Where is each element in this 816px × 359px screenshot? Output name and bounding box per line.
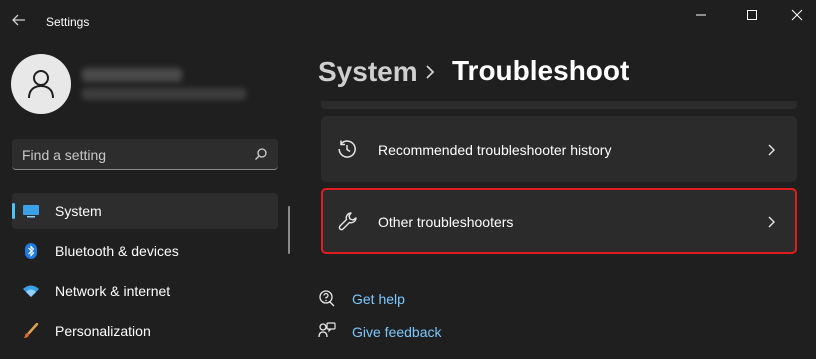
minimize-icon — [696, 14, 706, 16]
close-button[interactable] — [774, 0, 816, 30]
account-name-blurred — [82, 68, 182, 82]
selected-indicator — [12, 203, 15, 219]
search-input[interactable]: Find a setting — [12, 139, 278, 170]
paintbrush-icon — [24, 323, 39, 338]
monitor-icon — [23, 205, 39, 218]
card-partial — [321, 101, 797, 109]
breadcrumb-parent[interactable]: System — [318, 56, 418, 88]
back-arrow-icon[interactable] — [11, 12, 27, 28]
history-icon — [338, 140, 356, 158]
help-icon — [319, 290, 335, 307]
breadcrumb-chevron-icon — [426, 65, 435, 79]
sidebar-item-label: Network & internet — [55, 283, 171, 299]
user-icon — [28, 70, 54, 99]
sidebar-item-label: Bluetooth & devices — [55, 243, 179, 259]
card-label: Other troubleshooters — [378, 214, 514, 230]
search-placeholder: Find a setting — [22, 147, 107, 163]
chevron-right-icon — [768, 216, 775, 228]
app-title: Settings — [46, 15, 90, 29]
get-help-link[interactable]: Get help — [352, 291, 405, 307]
sidebar-item-label: System — [55, 203, 102, 219]
maximize-icon — [747, 10, 757, 20]
search-icon — [255, 148, 267, 160]
chevron-right-icon — [768, 144, 775, 156]
avatar[interactable] — [11, 54, 71, 114]
feedback-icon — [318, 322, 336, 338]
minimize-button[interactable] — [678, 0, 724, 30]
account-email-blurred — [82, 88, 246, 100]
recommended-troubleshooter-history-card[interactable]: Recommended troubleshooter history — [321, 116, 797, 182]
bluetooth-icon — [25, 243, 37, 259]
sidebar-item-label: Personalization — [55, 323, 151, 339]
other-troubleshooters-card[interactable]: Other troubleshooters — [321, 188, 797, 254]
wifi-icon — [23, 285, 39, 297]
sidebar-item-network[interactable]: Network & internet — [12, 273, 278, 309]
sidebar-item-system[interactable]: System — [12, 193, 278, 229]
sidebar-scrollbar[interactable] — [288, 206, 290, 254]
page-title: Troubleshoot — [452, 55, 630, 86]
wrench-icon — [338, 212, 357, 231]
sidebar-item-personalization[interactable]: Personalization — [12, 313, 278, 349]
sidebar-item-bluetooth[interactable]: Bluetooth & devices — [12, 233, 278, 269]
maximize-button[interactable] — [729, 0, 775, 30]
close-icon — [791, 9, 803, 21]
card-label: Recommended troubleshooter history — [378, 142, 612, 158]
give-feedback-link[interactable]: Give feedback — [352, 324, 442, 340]
